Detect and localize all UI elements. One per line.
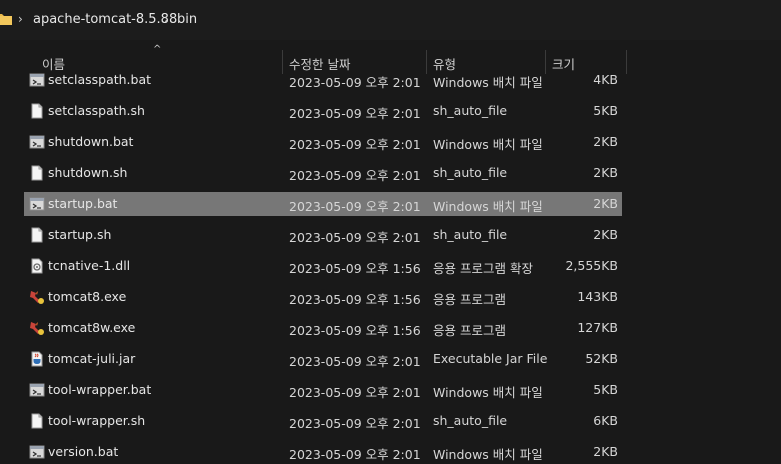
file-date-modified: 2023-05-09 오후 2:01 <box>289 416 421 431</box>
file-type: 응용 프로그램 <box>433 292 506 307</box>
chevron-right-icon[interactable]: › <box>18 12 23 26</box>
file-date-modified: 2023-05-09 오후 2:01 <box>289 230 421 245</box>
file-name: shutdown.bat <box>48 134 134 149</box>
file-size: 2KB <box>593 134 618 149</box>
file-type: Windows 배치 파일 <box>433 199 543 214</box>
file-name: shutdown.sh <box>48 165 128 180</box>
file-name: tomcat8w.exe <box>48 320 136 335</box>
file-type: 응용 프로그램 확장 <box>433 261 533 276</box>
file-size: 2,555KB <box>565 258 618 273</box>
file-name: version.bat <box>48 444 119 459</box>
file-size: 2KB <box>593 165 618 180</box>
batch-file-icon <box>29 196 45 212</box>
sort-ascending-icon: ^ <box>153 44 162 55</box>
file-date-modified: 2023-05-09 오후 2:01 <box>289 106 421 121</box>
file-name: startup.bat <box>48 196 118 211</box>
file-row[interactable]: tomcat-juli.jar 2023-05-09 오후 2:01 Executa… <box>24 347 622 371</box>
file-date-modified: 2023-05-09 오후 1:56 <box>289 323 421 338</box>
tomcat-exe-icon <box>29 289 45 305</box>
file-type: sh_auto_file <box>433 413 508 428</box>
file-date-modified: 2023-05-09 오후 2:01 <box>289 385 421 400</box>
file-name: setclasspath.sh <box>48 103 145 118</box>
file-date-modified: 2023-05-09 오후 2:01 <box>289 75 421 90</box>
file-size: 143KB <box>577 289 618 304</box>
breadcrumb-item-bin[interactable]: bin <box>177 12 197 27</box>
file-date-modified: 2023-05-09 오후 2:01 <box>289 199 421 214</box>
file-date-modified: 2023-05-09 오후 2:01 <box>289 354 421 369</box>
file-name: tomcat-juli.jar <box>48 351 136 366</box>
file-size: 5KB <box>593 382 618 397</box>
file-type: Executable Jar File <box>433 351 548 366</box>
file-type: Windows 배치 파일 <box>433 385 543 400</box>
file-row[interactable]: setclasspath.sh 2023-05-09 오후 2:01 sh_auto… <box>24 99 622 123</box>
batch-file-icon <box>29 134 45 150</box>
file-list: setclasspath.bat 2023-05-09 오후 2:01 Window… <box>0 64 781 462</box>
file-row[interactable]: setclasspath.bat 2023-05-09 오후 2:01 Window… <box>24 68 622 92</box>
file-size: 2KB <box>593 196 618 211</box>
batch-file-icon <box>29 444 45 460</box>
file-size: 52KB <box>585 351 618 366</box>
breadcrumb-item-tomcat[interactable]: apache-tomcat-8.5.88 <box>33 12 177 27</box>
file-row[interactable]: tomcat8.exe 2023-05-09 오후 1:56 응용 프로그램 143K… <box>24 285 622 309</box>
file-type: Windows 배치 파일 <box>433 137 543 152</box>
file-size: 2KB <box>593 227 618 242</box>
file-row[interactable]: tool-wrapper.sh 2023-05-09 오후 2:01 sh_auto… <box>24 409 622 433</box>
file-type: sh_auto_file <box>433 227 508 242</box>
file-size: 5KB <box>593 103 618 118</box>
document-icon <box>29 103 45 119</box>
file-row[interactable]: version.bat 2023-05-09 오후 2:01 Windows 배치 … <box>24 440 622 464</box>
folder-icon <box>0 14 12 25</box>
file-row[interactable]: startup.sh 2023-05-09 오후 2:01 sh_auto_file… <box>24 223 622 247</box>
file-row[interactable]: tomcat8w.exe 2023-05-09 오후 1:56 응용 프로그램 127… <box>24 316 622 340</box>
dll-file-icon <box>29 258 45 274</box>
file-size: 4KB <box>593 72 618 87</box>
batch-file-icon <box>29 72 45 88</box>
document-icon <box>29 413 45 429</box>
file-type: Windows 배치 파일 <box>433 75 543 90</box>
file-type: sh_auto_file <box>433 103 508 118</box>
file-date-modified: 2023-05-09 오후 1:56 <box>289 261 421 276</box>
file-row[interactable]: shutdown.bat 2023-05-09 오후 2:01 Windows 배치… <box>24 130 622 154</box>
document-icon <box>29 165 45 181</box>
document-icon <box>29 227 45 243</box>
file-size: 2KB <box>593 444 618 459</box>
file-type: Windows 배치 파일 <box>433 447 543 462</box>
file-name: tool-wrapper.sh <box>48 413 146 428</box>
file-row[interactable]: tcnative-1.dll 2023-05-09 오후 1:56 응용 프로그램 … <box>24 254 622 278</box>
file-name: setclasspath.bat <box>48 72 152 87</box>
file-name: tcnative-1.dll <box>48 258 131 273</box>
file-row[interactable]: shutdown.sh 2023-05-09 오후 2:01 sh_auto_fil… <box>24 161 622 185</box>
chevron-right-icon[interactable]: › <box>164 12 169 26</box>
file-row[interactable]: tool-wrapper.bat 2023-05-09 오후 2:01 Window… <box>24 378 622 402</box>
file-size: 6KB <box>593 413 618 428</box>
file-name: tool-wrapper.bat <box>48 382 152 397</box>
file-date-modified: 2023-05-09 오후 2:01 <box>289 137 421 152</box>
breadcrumb: › apache-tomcat-8.5.88 › bin <box>0 0 781 40</box>
file-name: tomcat8.exe <box>48 289 127 304</box>
file-size: 127KB <box>577 320 618 335</box>
file-type: 응용 프로그램 <box>433 323 506 338</box>
file-date-modified: 2023-05-09 오후 2:01 <box>289 447 421 462</box>
file-row[interactable]: startup.bat 2023-05-09 오후 2:01 Windows 배치 … <box>24 192 622 216</box>
file-date-modified: 2023-05-09 오후 2:01 <box>289 168 421 183</box>
tomcat-exe-icon <box>29 320 45 336</box>
file-date-modified: 2023-05-09 오후 1:56 <box>289 292 421 307</box>
file-name: startup.sh <box>48 227 112 242</box>
jar-file-icon <box>29 351 45 367</box>
batch-file-icon <box>29 382 45 398</box>
file-type: sh_auto_file <box>433 165 508 180</box>
